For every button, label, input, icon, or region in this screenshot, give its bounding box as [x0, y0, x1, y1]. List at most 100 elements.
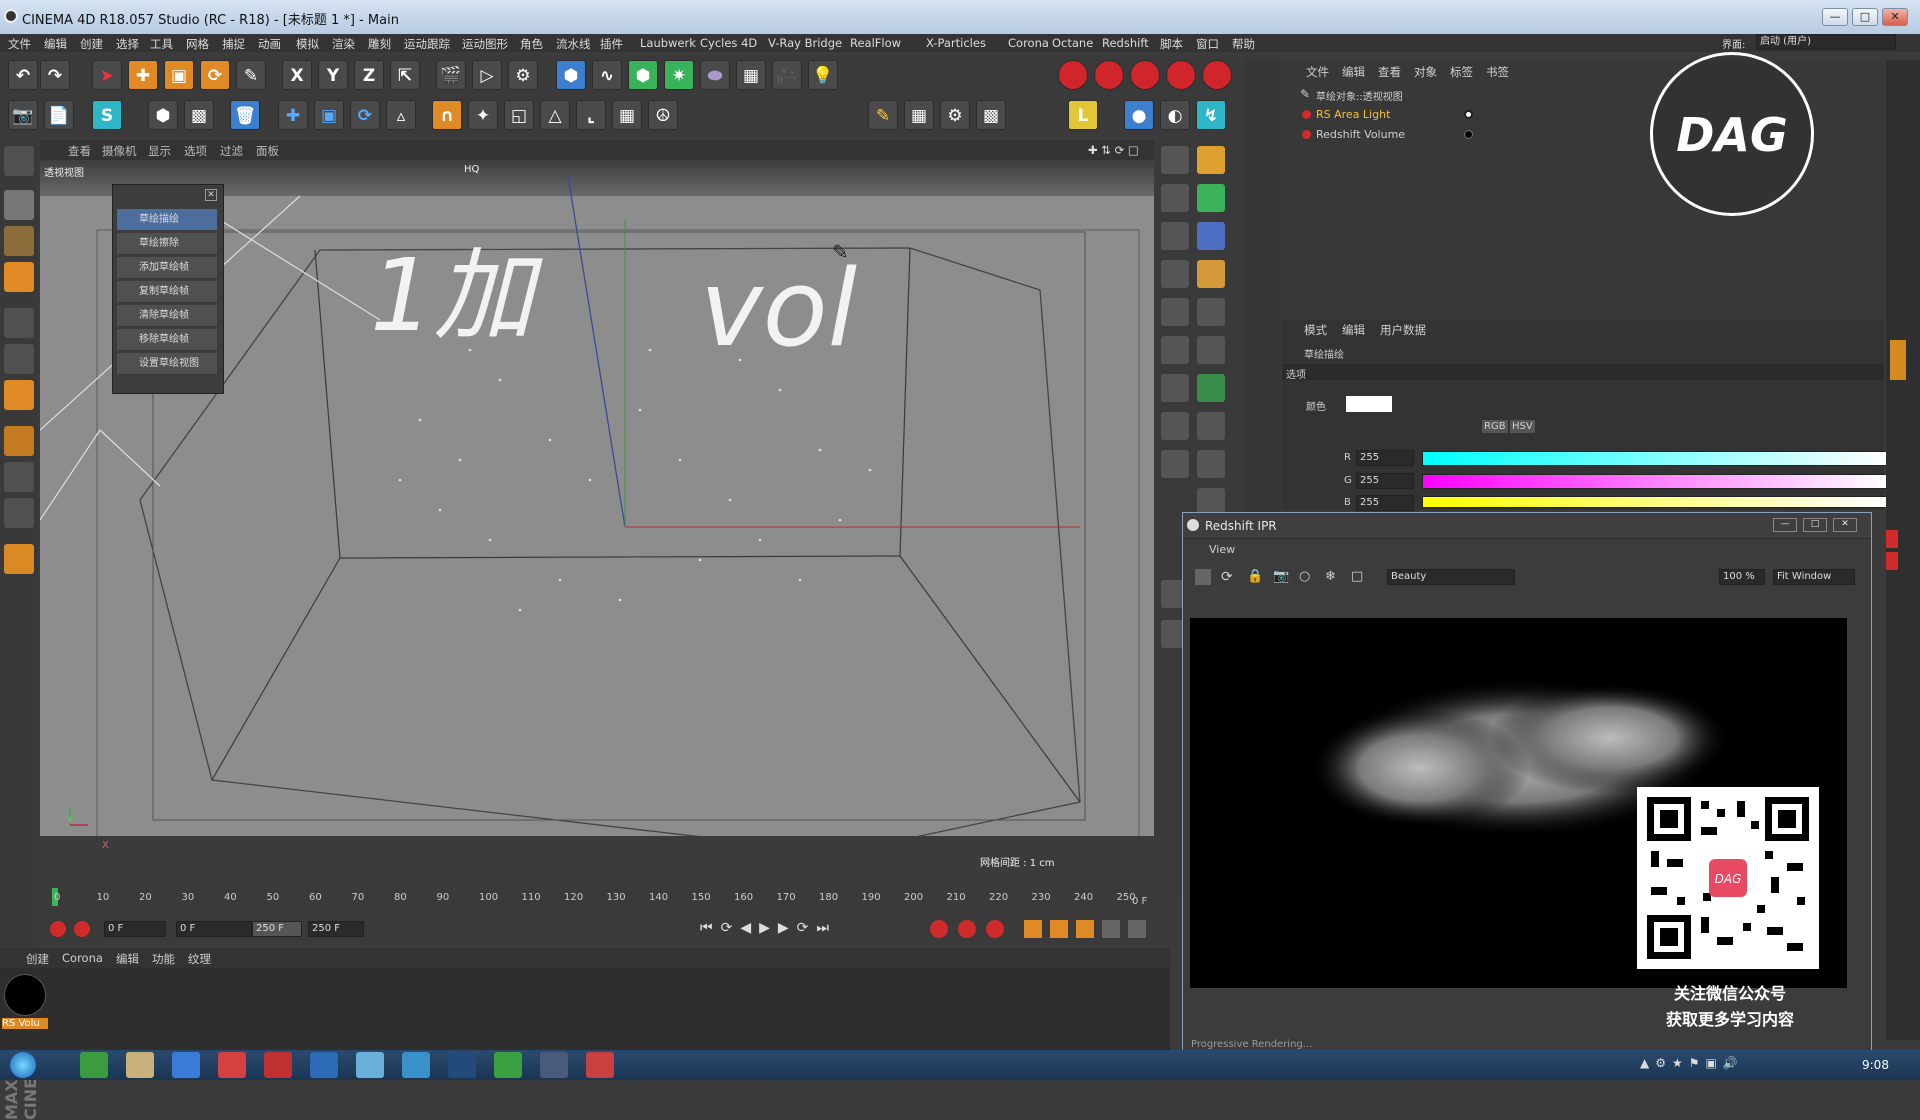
minimize-button[interactable]: —	[1822, 8, 1848, 26]
x-axis-lock-button[interactable]: X	[282, 60, 312, 90]
start-button[interactable]	[10, 1052, 36, 1078]
taskbar-cinema4d[interactable]	[540, 1052, 568, 1078]
mat-menu-create[interactable]: 创建	[26, 951, 49, 967]
attr-menu-mode[interactable]: 模式	[1304, 322, 1327, 338]
system-tray-icons[interactable]: ▲⚙★⚑▣🔊	[1640, 1056, 1840, 1074]
model-mode-icon[interactable]: ⬢	[148, 100, 178, 130]
taskbar-app-5[interactable]	[264, 1052, 292, 1078]
viewport-menu-panel[interactable]: 面板	[256, 143, 279, 159]
taskbar-app-4[interactable]	[218, 1052, 246, 1078]
material-name[interactable]: RS Volu	[2, 1018, 48, 1029]
enable-axis-icon[interactable]	[4, 426, 34, 456]
robot-icon[interactable]: ⚙	[940, 100, 970, 130]
redshift-volume-icon[interactable]: ↯	[1196, 100, 1226, 130]
redshift-ipr-icon[interactable]	[1094, 60, 1124, 90]
menu-item-25[interactable]: 窗口	[1196, 36, 1219, 52]
record-button[interactable]	[50, 921, 66, 937]
popup-close-icon[interactable]: ✕	[205, 189, 217, 201]
ipr-snow-icon[interactable]: ❄	[1325, 569, 1336, 584]
taskbar-app-9[interactable]	[448, 1052, 476, 1078]
b-slider[interactable]	[1422, 496, 1887, 508]
menu-item-18[interactable]: V-Ray Bridge	[768, 36, 842, 50]
rotate-green-icon[interactable]	[1197, 374, 1225, 402]
ipr-zoom-select[interactable]: 100 %	[1719, 569, 1765, 585]
sphere-2-icon[interactable]	[1161, 450, 1189, 478]
viewport-menu-display[interactable]: 显示	[148, 143, 171, 159]
key-auto-icon[interactable]	[958, 920, 976, 938]
sketch-tool-icon[interactable]: ✎	[236, 60, 266, 90]
brush-icon[interactable]	[1161, 222, 1189, 250]
snapping-icon[interactable]	[4, 498, 34, 528]
z-axis-lock-button[interactable]: Z	[354, 60, 384, 90]
render-settings-icon[interactable]: ⚙	[508, 60, 538, 90]
menu-item-2[interactable]: 创建	[80, 36, 103, 52]
taskbar-app-1[interactable]	[80, 1052, 108, 1078]
obj-menu-edit[interactable]: 编辑	[1342, 64, 1365, 80]
move-tool-icon[interactable]: ✚	[128, 60, 158, 90]
redshift-camera-icon[interactable]	[1130, 60, 1160, 90]
viewport-menu-camera[interactable]: 摄像机	[102, 143, 137, 159]
menu-item-13[interactable]: 角色	[520, 36, 543, 52]
key-param-icon[interactable]	[1102, 920, 1120, 938]
camera-icon[interactable]: 🎥	[772, 60, 802, 90]
timeline-ruler[interactable]: 0 10 20 30 40 50 60 70 80 90 100 110 120 130 140 150 160…	[40, 884, 1154, 916]
viewport-menu-options[interactable]: 选项	[184, 143, 207, 159]
ipr-snapshot-icon[interactable]: 📷	[1273, 569, 1289, 584]
axis-mode-icon[interactable]: ✚	[278, 100, 308, 130]
rotate-blue-icon[interactable]	[1197, 412, 1225, 440]
obj-menu-view[interactable]: 查看	[1378, 64, 1401, 80]
key-move-icon[interactable]	[1024, 920, 1042, 938]
menu-item-4[interactable]: 工具	[150, 36, 173, 52]
mat-menu-edit[interactable]: 编辑	[116, 951, 139, 967]
menu-item-5[interactable]: 网格	[186, 36, 209, 52]
menu-item-0[interactable]: 文件	[8, 36, 31, 52]
rgb-mode-button[interactable]: RGB	[1482, 420, 1508, 433]
scale-tool-icon[interactable]: ▣	[164, 60, 194, 90]
menu-item-22[interactable]: Octane	[1052, 36, 1093, 50]
workplane-icon[interactable]	[4, 262, 34, 292]
key-help-icon[interactable]	[986, 920, 1004, 938]
maximize-button[interactable]: □	[1852, 8, 1878, 26]
weld-icon[interactable]: ☮	[648, 100, 678, 130]
spline-pen-icon[interactable]: ∿	[592, 60, 622, 90]
menu-item-24[interactable]: 脚本	[1160, 36, 1183, 52]
taskbar-explorer[interactable]	[126, 1052, 154, 1078]
popup-item-set-view[interactable]: 设置草绘视图	[117, 353, 217, 375]
paint-brush-icon[interactable]: ✎	[868, 100, 898, 130]
menu-item-14[interactable]: 流水线	[556, 36, 591, 52]
ipr-stop-icon[interactable]	[1195, 569, 1211, 585]
menu-item-26[interactable]: 帮助	[1232, 36, 1255, 52]
layer-icon[interactable]: L	[1068, 100, 1098, 130]
cube-orange-icon[interactable]	[1197, 146, 1225, 174]
cube-blue-icon[interactable]	[1197, 222, 1225, 250]
ipr-lock-icon[interactable]: 🔒	[1247, 569, 1263, 584]
color-swatch[interactable]	[1346, 396, 1392, 412]
redshift-material-icon[interactable]: ●	[1124, 100, 1154, 130]
popup-item-clear-frame[interactable]: 清除草绘帧	[117, 305, 217, 327]
redshift-light-icon[interactable]	[1166, 60, 1196, 90]
redo-icon[interactable]: ↷	[40, 60, 70, 90]
extrude-icon[interactable]: ◱	[504, 100, 534, 130]
points-mode-icon[interactable]: ▣	[314, 100, 344, 130]
subdivision-surface-icon[interactable]: ⬢	[628, 60, 658, 90]
polygons-icon[interactable]	[4, 380, 34, 410]
spline-curve-icon[interactable]	[1161, 184, 1189, 212]
taskbar-app-8[interactable]	[402, 1052, 430, 1078]
obj-menu-file[interactable]: 文件	[1306, 64, 1329, 80]
hair-material-icon[interactable]	[4, 146, 34, 176]
material-tag-icon[interactable]	[1464, 130, 1473, 139]
key-pla-icon[interactable]	[1128, 920, 1146, 938]
viewport-nav-icons[interactable]: ✚ ⇅ ⟳ □	[1088, 143, 1139, 157]
viewport-menu-view[interactable]: 查看	[68, 143, 91, 159]
undo-icon[interactable]: ↶	[8, 60, 38, 90]
menu-item-6[interactable]: 捕捉	[222, 36, 245, 52]
menu-item-21[interactable]: Corona	[1008, 36, 1049, 50]
snap-s-button[interactable]: S	[92, 100, 122, 130]
menu-item-3[interactable]: 选择	[116, 36, 139, 52]
stack-icon[interactable]	[1161, 336, 1189, 364]
obj-menu-object[interactable]: 对象	[1414, 64, 1437, 80]
popup-item-sketch-draw[interactable]: 草绘描绘	[117, 209, 217, 231]
object-row-sketch[interactable]: ✎ 草绘对象::透视视图	[1300, 86, 1500, 104]
menu-item-1[interactable]: 编辑	[44, 36, 67, 52]
mat-menu-corona[interactable]: Corona	[62, 951, 103, 965]
